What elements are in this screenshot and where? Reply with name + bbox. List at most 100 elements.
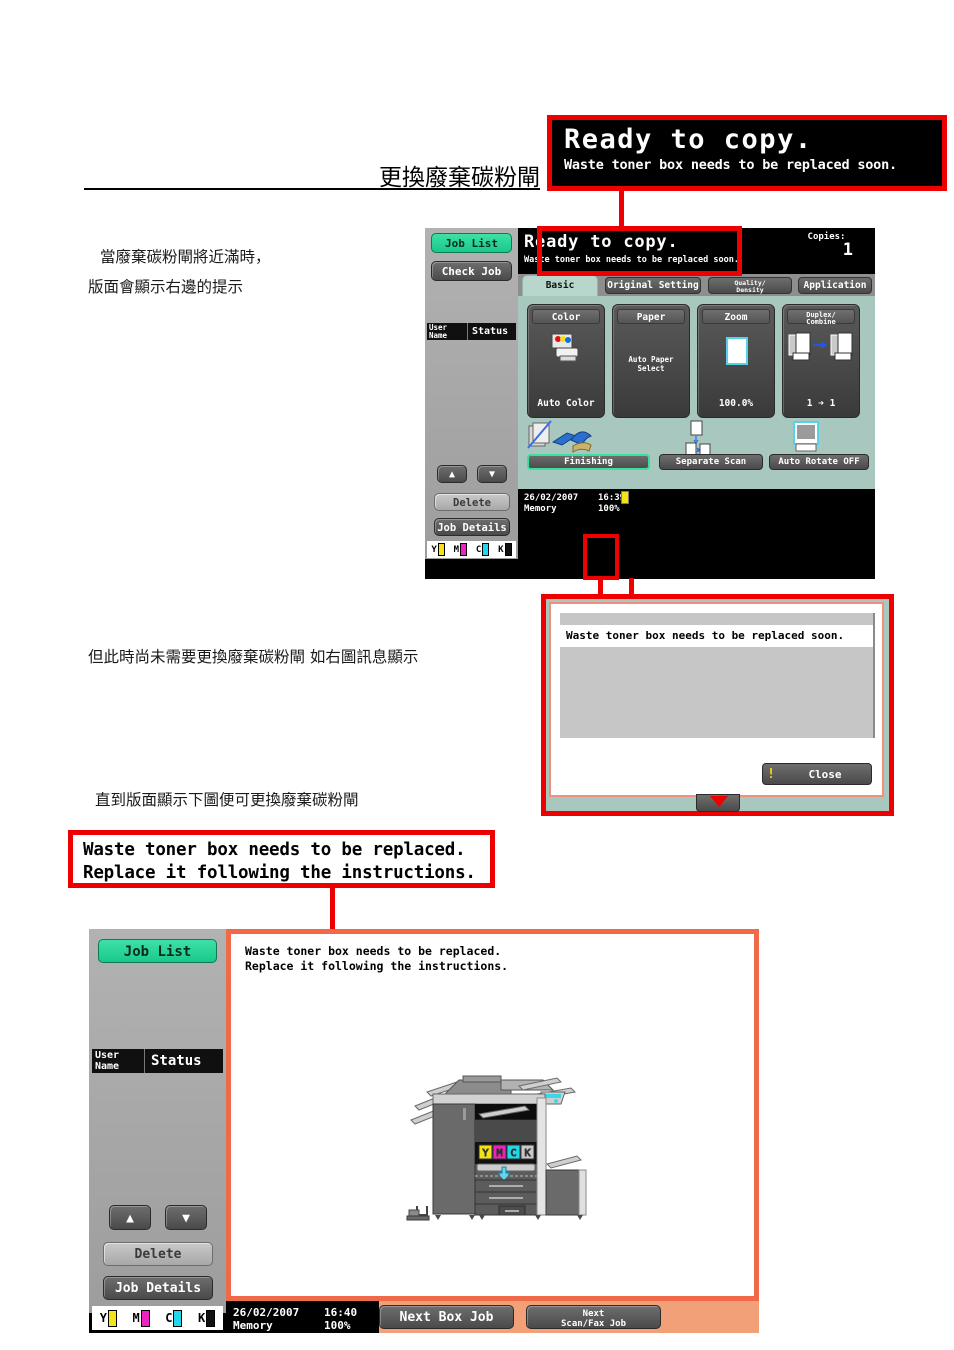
callout-secondary-text: Waste toner box needs to be replaced soo…: [564, 157, 897, 173]
stapler-icon: [527, 420, 592, 453]
finishing-button[interactable]: Finishing: [527, 454, 650, 470]
svg-text:K: K: [524, 1148, 530, 1159]
callout2-connector-line: [330, 888, 335, 930]
alert-job-sidebar: Job List User Name Status ▲ ▼ Delete Job …: [89, 929, 226, 1330]
callout2-line1: Waste toner box needs to be replaced.: [83, 840, 466, 860]
status-date: 26/02/2007: [524, 493, 579, 503]
waste-toner-dialog: Waste toner box needs to be replaced soo…: [541, 594, 894, 816]
waste-toner-status-icon: [621, 491, 629, 504]
color-printer-icon: [551, 333, 579, 362]
copier-waste-toner-box-diagram: Y M C K: [406, 1075, 587, 1221]
zoom-caption: Zoom: [702, 309, 770, 324]
next-box-job-button[interactable]: Next Box Job: [379, 1305, 514, 1329]
separate-scan-button[interactable]: Separate Scan: [659, 454, 763, 470]
svg-text:M: M: [496, 1148, 502, 1159]
job-list-header-alert: User Name Status: [92, 1049, 223, 1073]
color-value: Auto Color: [537, 398, 595, 409]
scroll-up-button-alert[interactable]: ▲: [109, 1205, 151, 1230]
user-name-header: User Name: [429, 323, 448, 340]
alert-status-memory-value: 100%: [324, 1319, 351, 1332]
duplex-icon: [788, 332, 853, 361]
highlight-frame-message: [537, 226, 742, 276]
note-line-1a: 當廢棄碳粉閘將近滿時，: [100, 248, 271, 266]
status-header-alert: Status: [144, 1049, 223, 1073]
warning-icon: !: [767, 766, 775, 782]
tab-application[interactable]: Application: [798, 277, 872, 294]
basic-settings-body: Color Auto Color Paper Auto Paper Select …: [518, 296, 875, 489]
tab-quality-density[interactable]: Quality/Density: [708, 277, 792, 294]
tab-bar: Basic Original Setting Quality/Density A…: [518, 274, 875, 296]
note-line-1b: 版面會顯示右邊的提示: [88, 278, 244, 296]
user-name-header-alert: User Name: [95, 1050, 120, 1072]
close-button[interactable]: ! Close: [762, 763, 872, 785]
delete-button-alert[interactable]: Delete: [103, 1242, 213, 1266]
zoom-value: 100.0%: [718, 398, 754, 409]
note-line-3: 直到版面顯示下圖便可更換廢棄碳粉閘: [95, 791, 359, 809]
dialog-message: Waste toner box needs to be replaced soo…: [560, 625, 873, 647]
close-button-label: Close: [808, 767, 842, 781]
paper-caption: Paper: [617, 309, 685, 324]
next-scan-fax-job-button[interactable]: Next Scan/Fax Job: [526, 1305, 661, 1329]
svg-text:Y: Y: [482, 1148, 488, 1159]
callout-primary-text: Ready to copy.: [564, 124, 813, 155]
toner-y: Y: [431, 543, 445, 556]
job-details-button[interactable]: Job Details: [434, 518, 510, 536]
toner-level-indicator-alert: Y M C K: [92, 1306, 223, 1330]
alert-message: Waste toner box needs to be replaced. Rep…: [245, 944, 509, 973]
job-list-button[interactable]: Job List: [431, 233, 512, 253]
toner-m-alert: M: [133, 1309, 150, 1327]
job-list-header: User Name Status: [427, 323, 516, 340]
status-memory-value: 100%: [598, 504, 620, 514]
dialog-body: Waste toner box needs to be replaced soo…: [560, 613, 875, 738]
color-caption: Color: [532, 309, 600, 324]
color-setting-button[interactable]: Color Auto Color: [527, 304, 605, 418]
auto-rotate-button[interactable]: Auto Rotate OFF: [769, 454, 869, 470]
toner-m: M: [454, 543, 468, 556]
paper-value: Auto Paper Select: [628, 355, 674, 373]
status-header: Status: [467, 323, 516, 340]
dialog-arrow-marker: [710, 796, 728, 807]
job-sidebar: Job List Check Job User Name Status ▲ ▼ …: [425, 228, 518, 559]
scroll-down-button[interactable]: ▼: [477, 465, 507, 483]
alert-status-bar: 26/02/2007 16:40 Memory 100%: [226, 1301, 379, 1333]
toner-level-indicator: Y M C K: [427, 541, 516, 558]
svg-text:C: C: [510, 1148, 516, 1159]
separate-scan-icon: [685, 420, 711, 457]
highlight-frame-waste-toner-icon: [583, 534, 619, 580]
alert-main-area: Waste toner box needs to be replaced. Rep…: [226, 929, 759, 1301]
toner-c: C: [476, 543, 490, 556]
scroll-up-button[interactable]: ▲: [437, 465, 467, 483]
job-list-button-alert[interactable]: Job List: [98, 939, 217, 963]
toner-c-alert: C: [165, 1309, 183, 1327]
callout2-line2: Replace it following the instructions.: [83, 863, 476, 883]
callout-ready-to-copy: Ready to copy. Waste toner box needs to …: [547, 115, 947, 191]
alert-status-time: 16:40: [324, 1306, 358, 1319]
page-icon: [726, 337, 748, 365]
panel-status-bar: 26/02/2007 16:39 Memory 100%: [518, 489, 875, 559]
tab-basic[interactable]: Basic: [522, 275, 598, 296]
duplex-value: 1 ➜ 1: [806, 398, 836, 409]
dialog-inner-frame: Waste toner box needs to be replaced soo…: [549, 602, 884, 797]
copier-panel-basic: Job List Check Job User Name Status ▲ ▼ …: [425, 228, 875, 579]
callout-replace-now: Waste toner box needs to be replaced. Re…: [68, 830, 495, 888]
rotate-icon: [793, 421, 819, 452]
check-job-button[interactable]: Check Job: [431, 261, 512, 281]
copier-panel-alert: Job List User Name Status ▲ ▼ Delete Job …: [89, 929, 759, 1333]
delete-button[interactable]: Delete: [434, 493, 510, 511]
job-details-button-alert[interactable]: Job Details: [103, 1276, 213, 1300]
toner-y-alert: Y: [100, 1309, 117, 1327]
paper-setting-button[interactable]: Paper Auto Paper Select: [612, 304, 690, 418]
duplex-caption: Duplex/Combine: [787, 309, 855, 326]
toner-k-alert: K: [198, 1309, 216, 1327]
tab-original-setting[interactable]: Original Setting: [605, 277, 701, 294]
alert-status-date: 26/02/2007: [233, 1306, 300, 1319]
page-title: 更換廢棄碳粉閘: [379, 165, 540, 191]
copies-display: Copies: 1: [778, 228, 875, 274]
zoom-setting-button[interactable]: Zoom 100.0%: [697, 304, 775, 418]
toner-k: K: [498, 543, 512, 556]
scroll-down-button-alert[interactable]: ▼: [165, 1205, 207, 1230]
copies-value: 1: [842, 240, 853, 260]
note-line-2: 但此時尚未需要更換廢棄碳粉閘 如右圖訊息顯示: [88, 648, 419, 666]
alert-status-memory-label: Memory: [233, 1319, 273, 1332]
duplex-combine-button[interactable]: Duplex/Combine 1 ➜ 1: [782, 304, 860, 418]
